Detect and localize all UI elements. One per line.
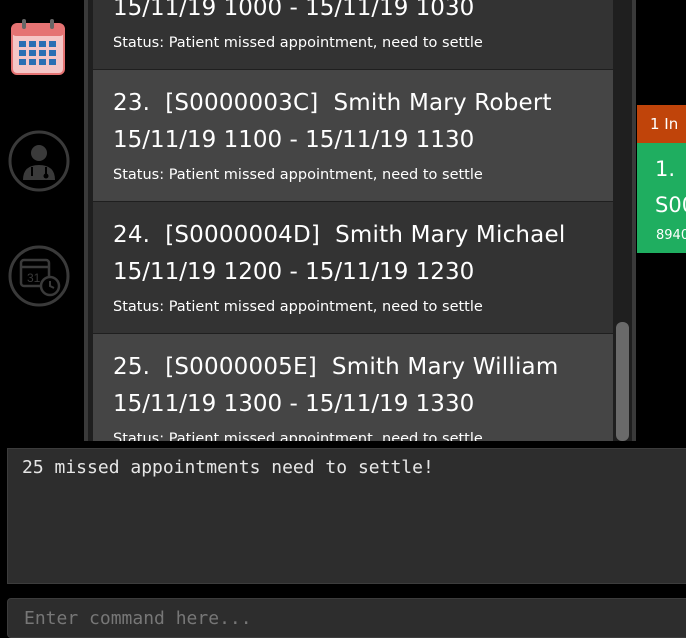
appointment-time: 15/11/19 1200 - 15/11/19 1230 bbox=[113, 259, 475, 285]
appointment-time: 15/11/19 1000 - 15/11/19 1030 bbox=[113, 0, 475, 21]
appointment-list[interactable]: 15/11/19 1000 - 15/11/19 1030 Status: Pa… bbox=[84, 0, 636, 441]
result-text: 25 missed appointments need to settle! bbox=[22, 457, 434, 478]
sidebar: 31 bbox=[0, 0, 84, 445]
calendar-grid-icon[interactable] bbox=[8, 18, 70, 80]
command-input[interactable] bbox=[22, 607, 666, 630]
command-box[interactable] bbox=[7, 598, 686, 638]
appointment-title: 24. [S0000004D] Smith Mary Michael bbox=[113, 222, 566, 248]
queue-card[interactable]: 1. S00 8940 bbox=[637, 143, 686, 253]
queue-card-index: 1. bbox=[655, 157, 676, 181]
svg-text:31: 31 bbox=[27, 271, 41, 285]
result-display: 25 missed appointments need to settle! bbox=[7, 448, 686, 584]
list-item[interactable]: 24. [S0000004D] Smith Mary Michael 15/11… bbox=[93, 202, 613, 333]
queue-header: 1 In bbox=[637, 105, 686, 143]
appointment-status: Status: Patient missed appointment, need… bbox=[113, 167, 483, 183]
appointment-time: 15/11/19 1100 - 15/11/19 1130 bbox=[113, 127, 475, 153]
appointment-status: Status: Patient missed appointment, need… bbox=[113, 35, 483, 51]
queue-card-id: S00 bbox=[655, 193, 686, 217]
appointment-time: 15/11/19 1300 - 15/11/19 1330 bbox=[113, 391, 475, 417]
calendar-clock-icon[interactable]: 31 bbox=[8, 245, 70, 307]
doctor-icon[interactable] bbox=[8, 130, 70, 192]
list-item[interactable]: 23. [S0000003C] Smith Mary Robert 15/11/… bbox=[93, 70, 613, 201]
list-item[interactable]: 25. [S0000005E] Smith Mary William 15/11… bbox=[93, 334, 613, 441]
appointment-status: Status: Patient missed appointment, need… bbox=[113, 299, 483, 315]
list-item[interactable]: 15/11/19 1000 - 15/11/19 1030 Status: Pa… bbox=[93, 0, 613, 69]
queue-card-phone: 8940 bbox=[656, 228, 686, 243]
appointment-status: Status: Patient missed appointment, need… bbox=[113, 431, 483, 441]
appointment-title: 25. [S0000005E] Smith Mary William bbox=[113, 354, 559, 380]
appointment-title: 23. [S0000003C] Smith Mary Robert bbox=[113, 90, 552, 116]
scrollbar-thumb[interactable] bbox=[616, 322, 629, 441]
